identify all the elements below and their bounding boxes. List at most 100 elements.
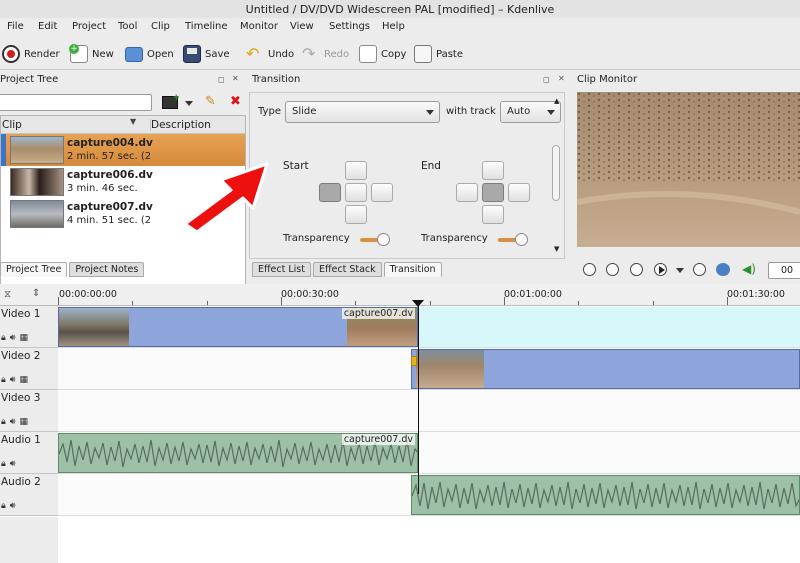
track-header-audio-1[interactable]: Audio 1 🔒︎ 🔊︎	[0, 432, 58, 474]
transition-zone[interactable]	[419, 307, 800, 347]
search-input[interactable]	[0, 94, 152, 111]
lock-icon[interactable]: 🔒︎	[1, 417, 6, 427]
menu-timeline[interactable]: Timeline	[185, 21, 228, 32]
track-header-video-3[interactable]: Video 3 🔒︎ 🔊︎ ▦	[0, 390, 58, 432]
forward-icon[interactable]	[693, 263, 706, 276]
end-bottom-button[interactable]	[482, 205, 504, 224]
column-description[interactable]: Description	[150, 119, 211, 131]
transition-marker-icon[interactable]	[411, 356, 417, 366]
timecode-field[interactable]: 00	[768, 262, 800, 279]
playhead[interactable]	[418, 304, 419, 494]
menu-settings[interactable]: Settings	[329, 21, 370, 32]
menu-file[interactable]: File	[7, 21, 24, 32]
tab-project-tree[interactable]: Project Tree	[0, 262, 68, 277]
paste-button[interactable]: Paste	[414, 44, 463, 64]
mute-icon[interactable]: 🔊︎	[10, 333, 16, 343]
tab-transition[interactable]: Transition	[383, 262, 442, 277]
end-left-button[interactable]	[456, 183, 478, 202]
track-header-audio-2[interactable]: Audio 2 🔒︎ 🔊︎	[0, 474, 58, 516]
audio-clip[interactable]	[411, 475, 800, 515]
start-center-button[interactable]	[345, 183, 367, 202]
start-transparency-handle[interactable]	[377, 233, 390, 246]
redo-icon: ↷	[302, 44, 316, 63]
tab-project-notes[interactable]: Project Notes	[69, 262, 145, 277]
menu-clip[interactable]: Clip	[151, 21, 170, 32]
float-icon[interactable]: ◻	[218, 75, 225, 84]
zoom-fit-icon[interactable]: ⧖	[4, 289, 11, 300]
track-header-video-2[interactable]: Video 2 🔒︎ 🔊︎ ▦	[0, 348, 58, 390]
play-options-icon[interactable]	[676, 268, 684, 273]
track-lane-video-3[interactable]	[58, 390, 800, 432]
new-label: New	[92, 48, 114, 60]
mute-icon[interactable]: 🔊︎	[10, 459, 16, 469]
ruler-label: 00:01:30:00	[727, 289, 785, 300]
start-left-button[interactable]	[319, 183, 341, 202]
play-icon[interactable]	[654, 263, 667, 276]
close-icon[interactable]: ✕	[232, 74, 239, 83]
scroll-up-icon[interactable]: ▲	[554, 97, 559, 105]
track-lane-video-2[interactable]	[58, 348, 800, 390]
copy-button[interactable]: Copy	[359, 44, 406, 64]
start-bottom-button[interactable]	[345, 205, 367, 224]
delete-icon[interactable]: ✖	[230, 94, 241, 109]
track-lane-audio-2[interactable]	[58, 474, 800, 516]
settings-icon[interactable]	[716, 263, 730, 276]
track-height-icon[interactable]: ⇕	[32, 288, 40, 299]
track-lane-video-1[interactable]: capture007.dv	[58, 306, 800, 348]
zone-in-icon[interactable]	[583, 263, 596, 276]
ruler-label: 00:00:00:00	[59, 289, 117, 300]
track-header-video-1[interactable]: Video 1 🔒︎ 🔊︎ ▦	[0, 306, 58, 348]
end-transparency-handle[interactable]	[515, 233, 528, 246]
title-bar: Untitled / DV/DVD Widescreen PAL [modifi…	[0, 0, 800, 18]
track-header-filler	[0, 517, 58, 563]
menu-help[interactable]: Help	[382, 21, 405, 32]
render-button[interactable]: Render	[2, 44, 60, 64]
transition-title: Transition	[252, 74, 301, 85]
new-button[interactable]: + New	[69, 44, 114, 64]
menu-monitor[interactable]: Monitor	[240, 21, 278, 32]
end-top-button[interactable]	[482, 161, 504, 180]
column-clip[interactable]: Clip	[2, 119, 22, 131]
lock-icon[interactable]: 🔒︎	[1, 459, 6, 469]
mute-icon[interactable]: 🔊︎	[10, 375, 16, 385]
lock-icon[interactable]: 🔒︎	[1, 501, 6, 511]
video-clip[interactable]: capture007.dv	[58, 307, 418, 347]
timeline-ruler[interactable]: ⧖ ⇕ 00:00:00:00 00:00:30:00 00:01:00:00 …	[0, 284, 800, 306]
video-clip[interactable]	[411, 349, 800, 389]
menu-view[interactable]: View	[290, 21, 314, 32]
hide-video-icon[interactable]: ▦	[19, 375, 28, 385]
close-icon[interactable]: ✕	[558, 74, 565, 83]
chevron-down-icon[interactable]	[185, 101, 193, 106]
type-select[interactable]: Slide	[285, 101, 440, 123]
edit-icon[interactable]: ✎	[205, 94, 216, 109]
add-clip-icon[interactable]: +	[162, 93, 180, 109]
audio-clip[interactable]: capture007.dv	[58, 433, 418, 473]
menu-tool[interactable]: Tool	[118, 21, 137, 32]
float-icon[interactable]: ◻	[543, 75, 550, 84]
tab-effect-list[interactable]: Effect List	[252, 262, 311, 277]
hide-video-icon[interactable]: ▦	[19, 417, 28, 427]
zone-out-icon[interactable]	[606, 263, 619, 276]
open-button[interactable]: Open	[125, 44, 174, 64]
menu-edit[interactable]: Edit	[38, 21, 57, 32]
volume-icon[interactable]: ◀)	[742, 262, 756, 276]
track-lane-audio-1[interactable]: capture007.dv	[58, 432, 800, 474]
lock-icon[interactable]: 🔒︎	[1, 375, 6, 385]
end-center-button[interactable]	[482, 183, 504, 202]
lock-icon[interactable]: 🔒︎	[1, 333, 6, 343]
mute-icon[interactable]: 🔊︎	[10, 501, 16, 511]
undo-button[interactable]: ↶ Undo	[246, 44, 294, 64]
scroll-down-icon[interactable]: ▼	[554, 245, 559, 253]
with-track-select[interactable]: Auto	[500, 101, 561, 123]
redo-button[interactable]: ↷ Redo	[302, 44, 349, 64]
scrollbar[interactable]	[552, 145, 560, 201]
rewind-icon[interactable]	[630, 263, 643, 276]
hide-video-icon[interactable]: ▦	[19, 333, 28, 343]
save-button[interactable]: Save	[183, 44, 230, 64]
mute-icon[interactable]: 🔊︎	[10, 417, 16, 427]
menu-project[interactable]: Project	[72, 21, 106, 32]
end-right-button[interactable]	[508, 183, 530, 202]
start-right-button[interactable]	[371, 183, 393, 202]
tab-effect-stack[interactable]: Effect Stack	[312, 262, 382, 277]
start-top-button[interactable]	[345, 161, 367, 180]
